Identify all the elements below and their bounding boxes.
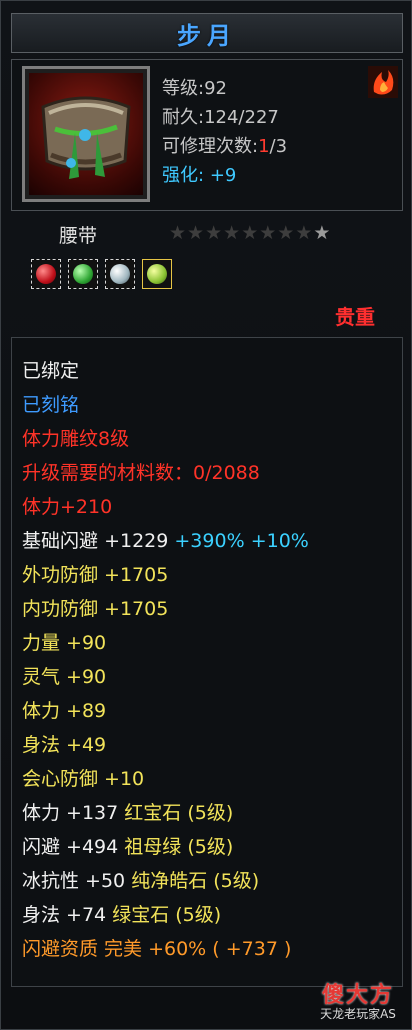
base-dodge-bonus-percent: +390% xyxy=(174,530,245,552)
attribute-line: 身法 +49 xyxy=(22,734,107,756)
base-dodge-label: 基础闪避 xyxy=(22,530,99,552)
gem-slot-white-icon xyxy=(105,259,135,289)
durability-label: 耐久: xyxy=(162,107,205,128)
durability-value: 124/227 xyxy=(204,107,279,128)
attribute-line: 内功防御 +1705 xyxy=(22,598,169,620)
star-icon: ★ xyxy=(187,222,205,244)
item-stats: 等级:92 耐久:124/227 可修理次数:1/3 强化: +9 xyxy=(162,74,287,190)
star-icon: ★ xyxy=(295,222,313,244)
repair-label: 可修理次数: xyxy=(162,136,259,157)
repair-total: /3 xyxy=(269,136,288,157)
fire-emblem-icon xyxy=(368,66,398,98)
strengthen-value: +9 xyxy=(209,165,237,186)
gem-attribute: 体力 +137 红宝石 (5级) xyxy=(22,796,309,830)
gem-name: 祖母绿 (5级) xyxy=(124,836,234,858)
level-label: 等级: xyxy=(162,78,205,99)
engraving-level: 体力雕纹8级 xyxy=(22,428,130,450)
gem-stat: 体力 +137 xyxy=(22,802,119,824)
item-type: 腰带 xyxy=(59,225,98,247)
gem-attribute: 闪避 +494 祖母绿 (5级) xyxy=(22,830,309,864)
star-icon: ★ xyxy=(169,222,187,244)
level-value: 92 xyxy=(204,78,227,99)
star-icon: ★ xyxy=(223,222,241,244)
star-icon: ★ xyxy=(205,222,223,244)
attribute-line: 会心防御 +10 xyxy=(22,768,145,790)
repair-current: 1 xyxy=(258,136,270,157)
item-tooltip-panel: 步月 等级:92 耐久:124/227 可修理次数:1/3 强化: +9 腰带 … xyxy=(0,0,412,1030)
gem-attribute: 冰抗性 +50 纯净皓石 (5级) xyxy=(22,864,309,898)
attribute-line: 灵气 +90 xyxy=(22,666,107,688)
gem-slot-lime-icon xyxy=(142,259,172,289)
watermark-subtitle: 天龙老玩家AS xyxy=(320,1007,396,1021)
title-bar: 步月 xyxy=(11,13,403,53)
stamina-bonus: 体力+210 xyxy=(22,496,113,518)
base-dodge-value: +1229 xyxy=(104,530,169,552)
attribute-line: 外功防御 +1705 xyxy=(22,564,169,586)
star-icon: ★ xyxy=(277,222,295,244)
attribute-box: 已绑定 已刻铭 体力雕纹8级 升级需要的材料数：0/2088 体力+210 基础… xyxy=(11,337,403,987)
star-icon: ★ xyxy=(313,222,331,244)
star-icon: ★ xyxy=(241,222,259,244)
attribute-list: 已绑定 已刻铭 体力雕纹8级 升级需要的材料数：0/2088 体力+210 基础… xyxy=(22,354,309,966)
strengthen-label: 强化: xyxy=(162,165,205,186)
gem-name: 纯净皓石 (5级) xyxy=(131,870,260,892)
gem-slot-red-icon xyxy=(31,259,61,289)
star-rating: ★ ★ ★ ★ ★ ★ ★ ★ ★ xyxy=(169,223,330,243)
gem-stat: 冰抗性 +50 xyxy=(22,870,126,892)
star-icon: ★ xyxy=(259,222,277,244)
watermark-logo: 傻大方 天龙老玩家AS xyxy=(313,977,403,1021)
level-stat: 等级:92 xyxy=(162,74,287,103)
dodge-quality: 闪避资质 完美 +60% ( +737 ) xyxy=(22,938,292,960)
item-header-box: 等级:92 耐久:124/227 可修理次数:1/3 强化: +9 xyxy=(11,59,403,211)
repair-stat: 可修理次数:1/3 xyxy=(162,132,287,161)
item-type-row: 腰带 ★ ★ ★ ★ ★ ★ ★ ★ ★ xyxy=(11,219,403,249)
strengthen-stat: 强化: +9 xyxy=(162,161,287,190)
gem-name: 绿宝石 (5级) xyxy=(112,904,222,926)
rarity-label: 贵重 xyxy=(335,305,375,329)
engraved-status: 已刻铭 xyxy=(22,394,80,416)
gem-slots xyxy=(31,259,172,289)
upgrade-material: 升级需要的材料数：0/2088 xyxy=(22,462,260,484)
attribute-line: 力量 +90 xyxy=(22,632,107,654)
gem-stat: 闪避 +494 xyxy=(22,836,119,858)
bound-status: 已绑定 xyxy=(22,360,80,382)
belt-item-icon xyxy=(22,66,150,202)
gem-name: 红宝石 (5级) xyxy=(124,802,234,824)
gem-stat: 身法 +74 xyxy=(22,904,107,926)
gem-slot-green-icon xyxy=(68,259,98,289)
base-dodge-bonus-extra: +10% xyxy=(250,530,309,552)
item-title: 步月 xyxy=(177,20,237,50)
gem-attribute: 身法 +74 绿宝石 (5级) xyxy=(22,898,309,932)
base-dodge: 基础闪避 +1229 +390% +10% xyxy=(22,524,309,558)
attribute-line: 体力 +89 xyxy=(22,700,107,722)
durability-stat: 耐久:124/227 xyxy=(162,103,287,132)
